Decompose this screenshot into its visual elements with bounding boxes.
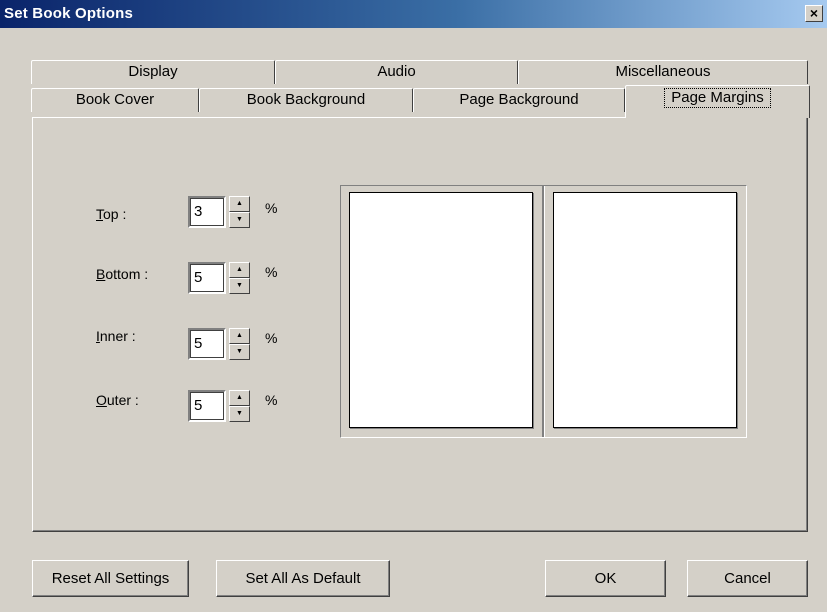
title-bar: Set Book Options × bbox=[0, 0, 827, 28]
arrow-up-icon: ▲ bbox=[236, 266, 243, 273]
tab-display[interactable]: Display bbox=[31, 60, 275, 84]
close-icon: × bbox=[809, 5, 819, 21]
right-page-preview bbox=[553, 192, 737, 428]
inner-margin-input[interactable]: 5 bbox=[188, 328, 226, 360]
outer-down-button[interactable]: ▼ bbox=[229, 406, 250, 422]
arrow-up-icon: ▲ bbox=[236, 200, 243, 207]
outer-up-button[interactable]: ▲ bbox=[229, 390, 250, 406]
left-page-preview bbox=[349, 192, 533, 428]
inner-label: Inner : bbox=[96, 328, 136, 344]
bottom-margin-input[interactable]: 5 bbox=[188, 262, 226, 294]
tab-label: Book Cover bbox=[75, 91, 155, 108]
window-title: Set Book Options bbox=[4, 5, 134, 22]
inner-unit: % bbox=[265, 330, 278, 346]
tab-label: Page Background bbox=[459, 91, 579, 108]
cancel-button[interactable]: Cancel bbox=[687, 560, 808, 597]
tab-book-background[interactable]: Book Background bbox=[199, 88, 413, 112]
top-down-button[interactable]: ▼ bbox=[229, 212, 250, 228]
page-preview bbox=[340, 185, 747, 438]
bottom-down-button[interactable]: ▼ bbox=[229, 278, 250, 294]
tab-audio[interactable]: Audio bbox=[275, 60, 518, 84]
outer-margin-stepper[interactable]: 5 ▲ ▼ bbox=[188, 390, 252, 422]
outer-label: Outer : bbox=[96, 392, 139, 408]
arrow-down-icon: ▼ bbox=[236, 216, 243, 223]
tab-page-margins[interactable]: Page Margins bbox=[625, 85, 810, 118]
outer-margin-input[interactable]: 5 bbox=[188, 390, 226, 422]
inner-margin-stepper[interactable]: 5 ▲ ▼ bbox=[188, 328, 252, 360]
tab-label: Audio bbox=[377, 63, 416, 80]
tab-page-background[interactable]: Page Background bbox=[413, 88, 625, 112]
close-button[interactable]: × bbox=[805, 5, 823, 22]
top-margin-stepper[interactable]: 3 ▲ ▼ bbox=[188, 196, 252, 228]
arrow-down-icon: ▼ bbox=[236, 410, 243, 417]
bottom-label: Bottom : bbox=[96, 266, 149, 282]
reset-all-settings-button[interactable]: Reset All Settings bbox=[32, 560, 189, 597]
bottom-margin-stepper[interactable]: 5 ▲ ▼ bbox=[188, 262, 252, 294]
tab-book-cover[interactable]: Book Cover bbox=[31, 88, 199, 112]
top-margin-input[interactable]: 3 bbox=[188, 196, 226, 228]
inner-up-button[interactable]: ▲ bbox=[229, 328, 250, 344]
arrow-down-icon: ▼ bbox=[236, 282, 243, 289]
arrow-down-icon: ▼ bbox=[236, 348, 243, 355]
arrow-up-icon: ▲ bbox=[236, 394, 243, 401]
top-unit: % bbox=[265, 200, 278, 216]
tab-label: Miscellaneous bbox=[615, 63, 711, 80]
tab-label: Display bbox=[128, 63, 178, 80]
spine-divider bbox=[542, 186, 545, 437]
top-label: Top : bbox=[96, 206, 127, 222]
bottom-unit: % bbox=[265, 264, 278, 280]
tab-miscellaneous[interactable]: Miscellaneous bbox=[518, 60, 808, 84]
inner-down-button[interactable]: ▼ bbox=[229, 344, 250, 360]
tab-label: Book Background bbox=[246, 91, 366, 108]
bottom-up-button[interactable]: ▲ bbox=[229, 262, 250, 278]
top-up-button[interactable]: ▲ bbox=[229, 196, 250, 212]
set-all-as-default-button[interactable]: Set All As Default bbox=[216, 560, 390, 597]
arrow-up-icon: ▲ bbox=[236, 332, 243, 339]
tab-label: Page Margins bbox=[664, 88, 771, 108]
ok-button[interactable]: OK bbox=[545, 560, 666, 597]
outer-unit: % bbox=[265, 392, 278, 408]
